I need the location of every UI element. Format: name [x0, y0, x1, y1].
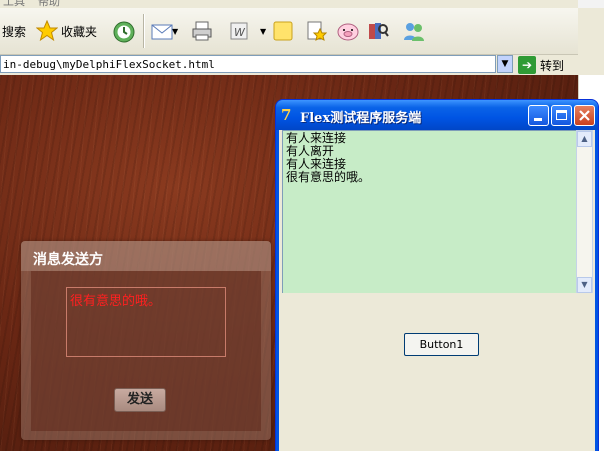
log-line: 很有意思的哦。 [286, 170, 371, 184]
toolbar-separator [143, 14, 144, 48]
minimize-button[interactable] [528, 105, 549, 126]
address-dropdown-button[interactable]: ▼ [497, 55, 513, 73]
search-button[interactable]: 搜索 [2, 18, 26, 44]
printer-icon [191, 20, 213, 42]
edit-button[interactable]: W ▼ [228, 18, 266, 44]
go-label: 转到 [540, 58, 565, 73]
research-button[interactable] [305, 18, 328, 44]
server-window-titlebar[interactable]: 7 Flex测试程序服务端 [276, 100, 598, 130]
edge-top [578, 0, 604, 8]
favorites-button[interactable]: 收藏夹 [35, 18, 98, 44]
svg-text:W: W [234, 26, 246, 39]
close-icon [579, 110, 590, 121]
search-label: 搜索 [2, 24, 27, 39]
button1[interactable]: Button1 [404, 333, 479, 356]
menu-item-help[interactable]: 帮助 [38, 0, 60, 8]
menu-item-tools[interactable]: 工具 [3, 0, 25, 8]
dictionary-button[interactable] [367, 18, 389, 44]
print-button[interactable] [191, 18, 213, 44]
contacts-button[interactable] [402, 18, 424, 44]
people-icon [402, 20, 424, 42]
maximize-button[interactable] [551, 105, 572, 126]
book-search-icon [367, 20, 389, 42]
send-button[interactable]: 发送 [114, 388, 166, 412]
research-icon [305, 20, 328, 42]
log-memo[interactable]: 有人来连接 有人离开 有人来连接 很有意思的哦。 [282, 130, 579, 294]
note-button[interactable] [272, 18, 294, 44]
chevron-down-icon: ▼ [501, 59, 509, 69]
maximize-icon [556, 110, 567, 120]
close-button[interactable] [574, 105, 595, 126]
browser-toolbar: 搜索 收藏夹 ▼ W ▼ [0, 8, 578, 55]
pig-icon [336, 20, 359, 42]
chevron-down-icon: ▼ [581, 280, 588, 289]
sticky-note-icon [272, 20, 294, 42]
go-button[interactable]: ➔ 转到 [518, 55, 574, 75]
messenger-button[interactable] [336, 18, 359, 44]
scroll-down-button[interactable]: ▼ [577, 277, 592, 293]
menu-bar: 工具 帮助 [0, 0, 604, 8]
mail-button[interactable]: ▼ [150, 18, 178, 44]
address-bar: in-debug\myDelphiFlexSocket.html ▼ ➔ 转到 [0, 55, 578, 75]
history-icon [112, 20, 135, 43]
history-button[interactable] [112, 18, 135, 44]
server-window-title: Flex测试程序服务端 [300, 111, 422, 126]
server-lower-area: Button1 [279, 293, 595, 421]
minimize-icon [534, 118, 542, 121]
sender-panel-title: 消息发送方 [33, 252, 103, 268]
memo-scrollbar[interactable]: ▲ ▼ [576, 130, 593, 294]
message-textarea[interactable]: 很有意思的哦。 [66, 287, 226, 357]
favorites-label: 收藏夹 [61, 24, 98, 39]
chevron-up-icon: ▲ [581, 134, 588, 143]
chevron-down-icon[interactable]: ▼ [260, 27, 266, 36]
star-icon [35, 19, 59, 42]
server-window-client: 有人来连接 有人离开 有人来连接 很有意思的哦。 ▲ ▼ Button1 [279, 130, 595, 451]
word-document-icon: W [228, 20, 250, 42]
server-window: 7 Flex测试程序服务端 有人来连接 有人离开 有人来连接 很有意思的哦。 ▲… [276, 100, 598, 451]
scroll-up-button[interactable]: ▲ [577, 131, 592, 147]
mail-icon [150, 20, 173, 42]
go-arrow-icon: ➔ [518, 56, 536, 74]
address-input[interactable]: in-debug\myDelphiFlexSocket.html [0, 55, 496, 73]
delphi-app-icon: 7 [281, 106, 292, 124]
